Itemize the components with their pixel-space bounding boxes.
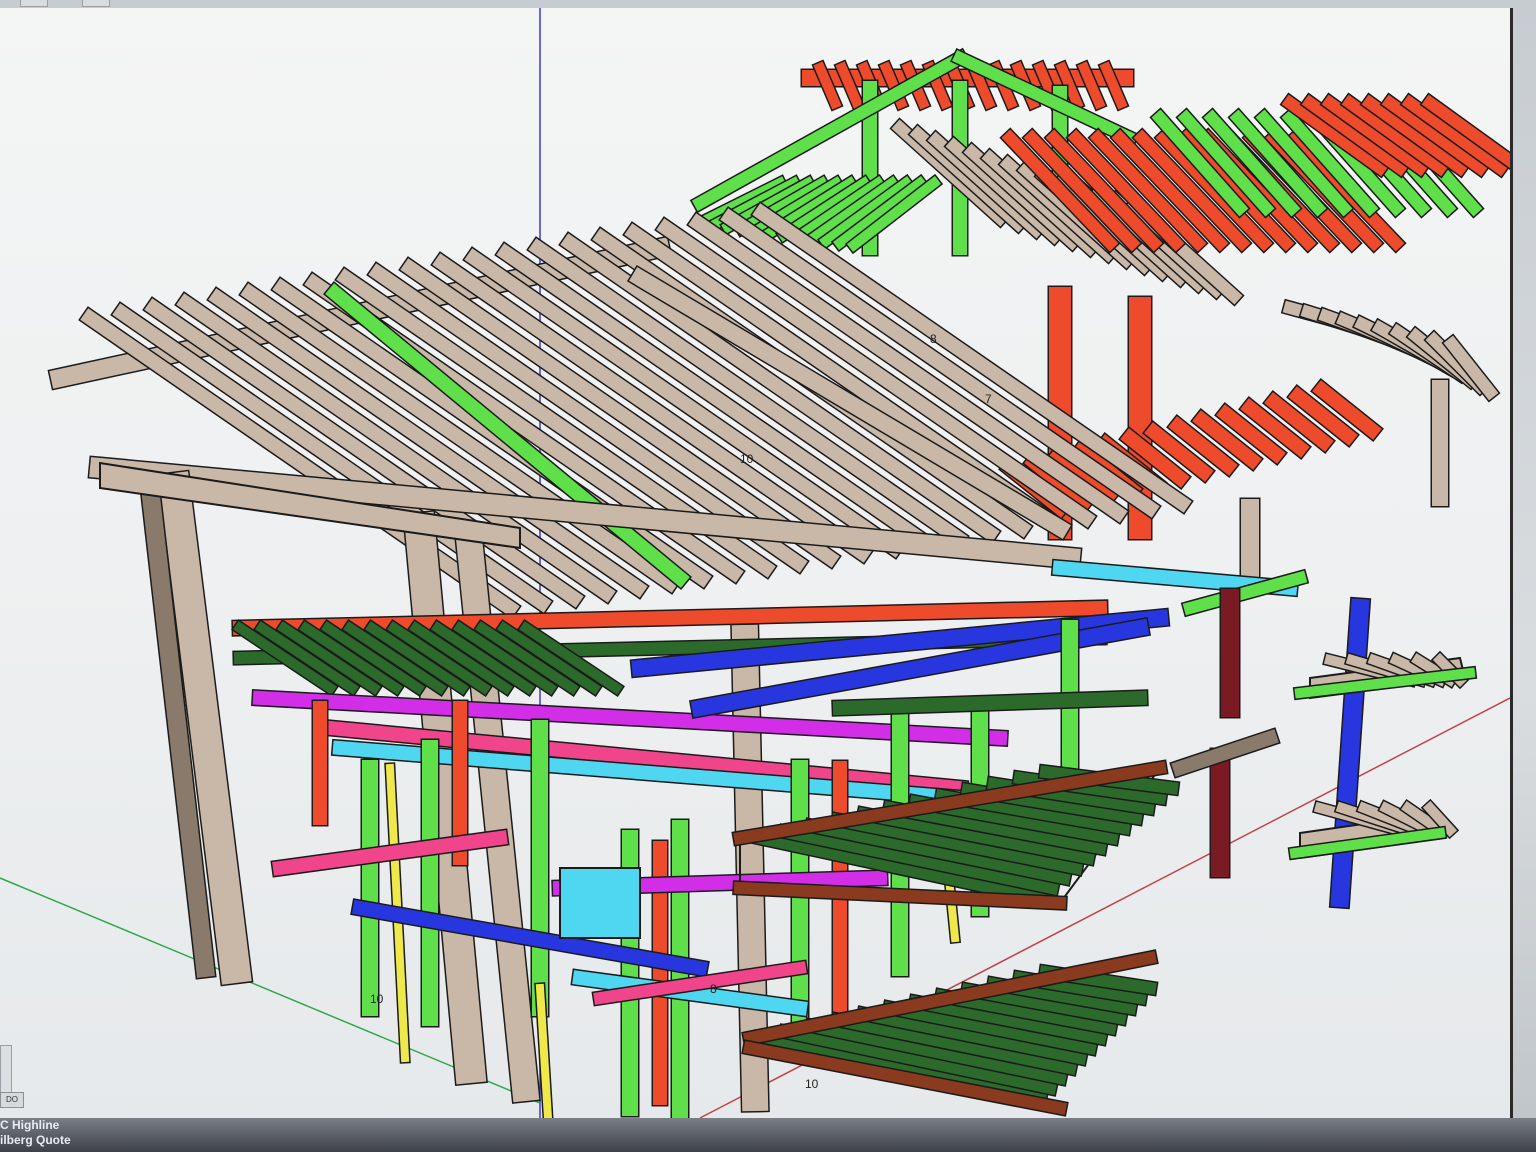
dimension-label-l5: 8 bbox=[710, 982, 717, 996]
dimension-label-l3: 10 bbox=[740, 452, 754, 466]
timber-frame-model[interactable]: 7 8 10 10 8 10 bbox=[0, 8, 1510, 1126]
blue-column bbox=[1330, 598, 1370, 908]
monitor-frame: 7 8 10 10 8 10 DO C Highline ilberg Quote bbox=[0, 0, 1536, 1152]
taskbar-item-highline[interactable]: C Highline bbox=[0, 1118, 59, 1132]
side-panel-edge[interactable] bbox=[0, 1045, 12, 1093]
platform-mid-beam bbox=[832, 690, 1148, 716]
model-viewport[interactable]: 7 8 10 10 8 10 bbox=[0, 8, 1513, 1126]
taskbar: C Highline ilberg Quote bbox=[0, 1118, 1536, 1152]
toolbar-tab[interactable] bbox=[82, 0, 110, 7]
dimension-label-l2: 8 bbox=[930, 332, 937, 346]
dimension-label-l1: 7 bbox=[985, 392, 992, 406]
stair-block bbox=[559, 867, 641, 939]
corner-tab[interactable]: DO bbox=[0, 1092, 24, 1108]
lower-beam-blue bbox=[351, 899, 709, 977]
toolbar-tab[interactable] bbox=[20, 0, 48, 7]
dimension-label-l6: 10 bbox=[805, 1077, 819, 1091]
taskbar-item-quote[interactable]: ilberg Quote bbox=[0, 1133, 71, 1147]
dimension-label-l4: 10 bbox=[370, 992, 384, 1006]
